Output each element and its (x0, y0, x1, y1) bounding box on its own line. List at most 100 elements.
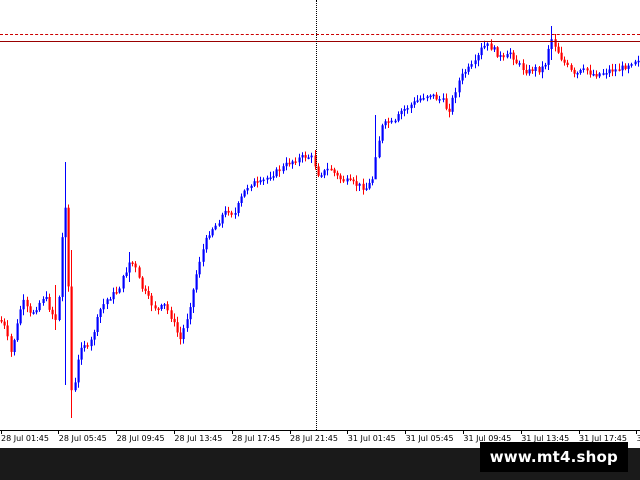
candle-body (483, 45, 486, 48)
candle-body (29, 306, 32, 313)
candle-body (499, 55, 502, 57)
candle-body (250, 185, 253, 188)
candle-body (531, 69, 534, 71)
candle-body (160, 305, 163, 309)
candle-body (272, 176, 275, 178)
candle-body (611, 69, 614, 72)
candle-body (48, 297, 51, 310)
candle-body (509, 52, 512, 55)
candle-body (301, 155, 304, 158)
candle-body (342, 179, 345, 182)
price-chart-plot[interactable] (0, 0, 640, 430)
candle-body (454, 92, 457, 98)
candle-body (16, 323, 19, 341)
candle-body (410, 104, 413, 109)
candle-body (237, 203, 240, 213)
candle-body (61, 237, 64, 297)
candle-body (128, 262, 131, 273)
candle-body (470, 64, 473, 67)
candle-body (445, 98, 448, 109)
candle-body (579, 70, 582, 73)
candle-body (566, 62, 569, 65)
candle-body (589, 70, 592, 75)
candle-body (208, 235, 211, 238)
candle-body (77, 359, 80, 383)
candle-body (70, 286, 73, 391)
candle-body (467, 66, 470, 72)
candle-body (557, 46, 560, 53)
candle-body (637, 60, 640, 63)
candle-body (150, 295, 153, 306)
candle-body (211, 229, 214, 236)
candle-body (186, 319, 189, 329)
candle-body (3, 321, 6, 326)
candle-body (157, 308, 160, 310)
candle-body (621, 65, 624, 71)
candle-body (362, 183, 365, 190)
candle-body (38, 302, 41, 311)
candle-body (493, 47, 496, 50)
candle-body (195, 274, 198, 290)
candle-body (416, 100, 419, 102)
candle-body (10, 336, 13, 352)
candle-body (86, 345, 89, 347)
candle-body (474, 60, 477, 65)
candle-body (614, 69, 617, 72)
candle-body (262, 179, 265, 182)
candle-body (381, 125, 384, 141)
candle-body (422, 98, 425, 100)
candle-body (634, 61, 637, 65)
candle-body (413, 101, 416, 105)
candle-body (435, 94, 438, 100)
candle-body (426, 96, 429, 99)
candlestick-series (0, 26, 640, 418)
candle-body (294, 161, 297, 163)
candle-body (390, 120, 393, 123)
candle-body (26, 299, 29, 307)
candle-body (138, 267, 141, 278)
candle-body (477, 55, 480, 61)
candle-body (304, 155, 307, 158)
candle-body (598, 73, 601, 77)
candle-body (19, 309, 22, 324)
candle-body (355, 181, 358, 186)
candle-body (0, 320, 3, 322)
candle-body (93, 332, 96, 340)
candle-body (582, 68, 585, 70)
chart-window[interactable]: 28 Jul 01:45 28 Jul 05:45 28 Jul 09:45 28 J… (0, 0, 640, 480)
candle-body (323, 170, 326, 176)
candle-body (285, 162, 288, 167)
candle-body (442, 98, 445, 100)
candle-body (141, 277, 144, 289)
candle-body (198, 261, 201, 275)
resistance-level-line-lower[interactable] (0, 41, 640, 42)
candle-body (278, 169, 281, 172)
candle-body (256, 181, 259, 183)
candle-body (560, 52, 563, 60)
candle-body (13, 340, 16, 352)
candle-body (218, 223, 221, 226)
candle-body (112, 292, 115, 300)
candle-body (346, 178, 349, 182)
candle-body (240, 196, 243, 203)
candle-body (80, 347, 83, 360)
candle-body (147, 291, 150, 296)
candle-body (352, 179, 355, 182)
resistance-level-line-upper[interactable] (0, 34, 640, 35)
candle-body (547, 48, 550, 65)
candle-body (58, 297, 61, 320)
candle-body (243, 190, 246, 197)
candle-body (253, 181, 256, 186)
candle-body (291, 161, 294, 165)
candle-body (205, 237, 208, 250)
candle-body (602, 73, 605, 75)
candle-body (6, 325, 9, 337)
candle-body (534, 67, 537, 71)
candle-body (90, 339, 93, 347)
candle-body (586, 68, 589, 71)
candle-body (451, 97, 454, 112)
candle-body (74, 382, 77, 391)
candle-body (326, 168, 329, 171)
candle-body (35, 310, 38, 313)
candle-body (230, 212, 233, 215)
